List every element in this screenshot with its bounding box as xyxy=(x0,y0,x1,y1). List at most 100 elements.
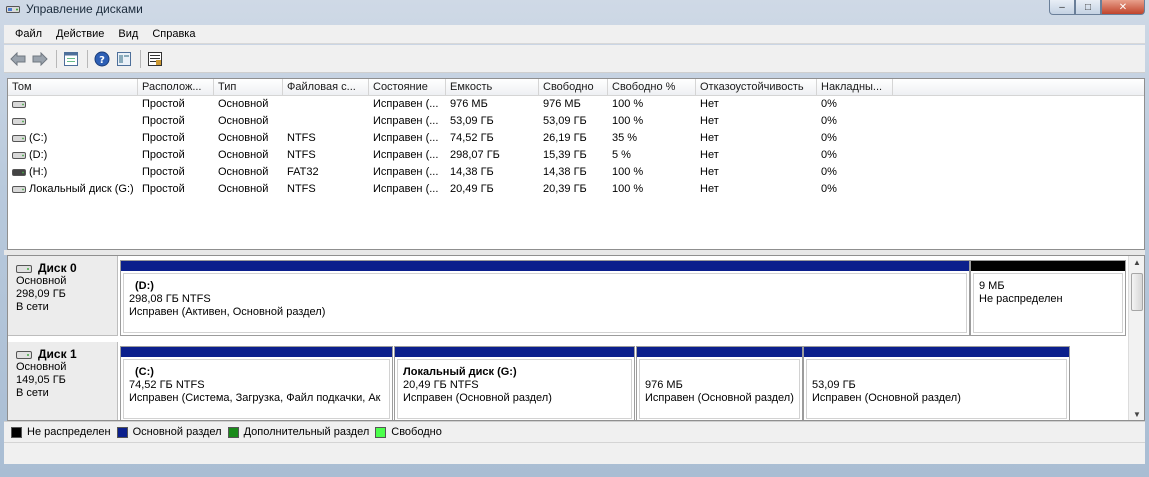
volume-name: (H:) xyxy=(29,166,48,178)
column-header-fault-tolerance[interactable]: Отказоустойчивость xyxy=(696,79,817,96)
scrollbar-thumb[interactable] xyxy=(1131,273,1143,311)
close-button[interactable]: ✕ xyxy=(1101,0,1145,15)
volume-icon xyxy=(12,100,26,108)
table-header: Том Располож... Тип Файловая с... Состоя… xyxy=(8,79,1144,96)
volume-icon xyxy=(12,117,26,125)
properties-button[interactable] xyxy=(61,49,81,69)
legend-item: Основной раздел xyxy=(116,426,222,438)
legend-item: Не распределен xyxy=(11,426,111,438)
disk-row: Диск 0 Основной 298,09 ГБ В сети (D:) 29… xyxy=(8,256,1129,336)
table-cell-status: Исправен (... xyxy=(373,115,439,127)
partition-header-bar xyxy=(804,347,1069,357)
vertical-scrollbar[interactable]: ▲ ▼ xyxy=(1128,256,1144,420)
table-cell-status: Исправен (... xyxy=(373,98,439,110)
partition-header-bar xyxy=(971,261,1125,271)
table-row[interactable]: Простой Основной Исправен (... 53,09 ГБ 53,0… xyxy=(8,113,1144,130)
legend-swatch xyxy=(11,426,22,438)
partition-c[interactable]: (C:) 74,52 ГБ NTFS Исправен (Система, За… xyxy=(120,346,393,420)
table-cell-fault-tolerance: Нет xyxy=(700,115,719,127)
table-cell-layout: Простой xyxy=(142,149,185,161)
back-button[interactable] xyxy=(8,49,28,69)
disk-size: 149,05 ГБ xyxy=(16,374,66,386)
table-row[interactable]: Локальный диск (G:) Простой Основной NTFS Ис… xyxy=(8,181,1144,198)
legend-label: Основной раздел xyxy=(132,426,222,438)
partition-976mb[interactable]: 976 МБ Исправен (Основной раздел) xyxy=(636,346,803,420)
table-cell-free-space: 15,39 ГБ xyxy=(543,149,587,161)
partition-status: Исправен (Активен, Основной раздел) xyxy=(129,306,326,318)
partition-name: (D:) xyxy=(135,280,154,292)
partition-size: 20,49 ГБ NTFS xyxy=(403,379,479,391)
disk-type: Основной xyxy=(16,361,67,373)
console-button[interactable] xyxy=(114,49,134,69)
partition-size: 976 МБ xyxy=(645,379,683,391)
minimize-button[interactable]: ‒ xyxy=(1049,0,1075,15)
scroll-down-arrow-icon[interactable]: ▼ xyxy=(1129,408,1144,420)
volume-list: Том Располож... Тип Файловая с... Состоя… xyxy=(7,78,1145,250)
disk-row: Диск 1 Основной 149,05 ГБ В сети (C:) 74… xyxy=(8,342,1129,420)
column-header-status[interactable]: Состояние xyxy=(369,79,446,96)
menu-action[interactable]: Действие xyxy=(49,28,111,40)
export-button[interactable] xyxy=(145,49,165,69)
table-cell-type: Основной xyxy=(218,183,269,195)
legend-label: Не распределен xyxy=(27,426,111,438)
volume-name: (C:) xyxy=(29,132,48,144)
table-cell-status: Исправен (... xyxy=(373,132,439,144)
column-header-filesystem[interactable]: Файловая с... xyxy=(283,79,369,96)
partition-53gb[interactable]: 53,09 ГБ Исправен (Основной раздел) xyxy=(803,346,1070,420)
legend-swatch xyxy=(375,426,387,438)
console-icon xyxy=(117,51,131,66)
partition-unallocated[interactable]: 9 МБ Не распределен xyxy=(970,260,1126,336)
partition-g[interactable]: Локальный диск (G:) 20,49 ГБ NTFS Исправ… xyxy=(394,346,635,420)
disk-title: Диск 1 xyxy=(16,348,117,361)
partition-size: 9 МБ xyxy=(979,280,1005,292)
menu-bar: Файл Действие Вид Справка xyxy=(4,25,1145,44)
column-header-type[interactable]: Тип xyxy=(214,79,283,96)
table-cell-type: Основной xyxy=(218,166,269,178)
table-row[interactable]: Простой Основной Исправен (... 976 МБ 976 МБ… xyxy=(8,96,1144,113)
help-button[interactable]: ? xyxy=(92,49,112,69)
column-header-volume[interactable]: Том xyxy=(8,79,138,96)
column-header-capacity[interactable]: Емкость xyxy=(446,79,539,96)
maximize-button[interactable]: □ xyxy=(1075,0,1101,15)
table-cell-fault-tolerance: Нет xyxy=(700,132,719,144)
removable-icon xyxy=(12,168,26,176)
table-row[interactable]: (D:) Простой Основной NTFS Исправен (... 298,… xyxy=(8,147,1144,164)
table-cell-volume xyxy=(8,96,138,113)
table-cell-layout: Простой xyxy=(142,132,185,144)
column-header-free-space[interactable]: Свободно xyxy=(539,79,608,96)
svg-text:?: ? xyxy=(99,55,105,66)
column-header-percent-free[interactable]: Свободно % xyxy=(608,79,696,96)
table-row[interactable]: (H:) Простой Основной FAT32 Исправен (... 14,… xyxy=(8,164,1144,181)
toolbar-separator xyxy=(140,49,141,68)
volume-icon xyxy=(12,134,26,142)
table-cell-free-space: 26,19 ГБ xyxy=(543,132,587,144)
help-icon: ? xyxy=(94,51,110,66)
column-header-layout[interactable]: Располож... xyxy=(138,79,214,96)
table-cell-overhead: 0% xyxy=(821,98,837,110)
toolbar: ? xyxy=(4,45,1145,73)
legend-label: Дополнительный раздел xyxy=(243,426,370,438)
partition-name xyxy=(812,366,1066,379)
back-icon xyxy=(10,51,26,66)
table-cell-capacity: 74,52 ГБ xyxy=(450,132,494,144)
disk-label-0[interactable]: Диск 0 Основной 298,09 ГБ В сети xyxy=(8,256,118,336)
table-cell-capacity: 53,09 ГБ xyxy=(450,115,494,127)
volume-name: Локальный диск (G:) xyxy=(29,183,134,195)
table-cell-layout: Простой xyxy=(142,183,185,195)
menu-file[interactable]: Файл xyxy=(8,28,49,40)
partition-status: Исправен (Основной раздел) xyxy=(403,392,552,404)
disk-label-1[interactable]: Диск 1 Основной 149,05 ГБ В сети xyxy=(8,342,118,420)
table-cell-capacity: 20,49 ГБ xyxy=(450,183,494,195)
partition-body: (C:) 74,52 ГБ NTFS Исправен (Система, За… xyxy=(123,359,390,419)
scroll-up-arrow-icon[interactable]: ▲ xyxy=(1129,256,1144,270)
menu-view[interactable]: Вид xyxy=(111,28,145,40)
table-cell-overhead: 0% xyxy=(821,166,837,178)
menu-help[interactable]: Справка xyxy=(145,28,202,40)
forward-button[interactable] xyxy=(30,49,50,69)
table-row[interactable]: (C:) Простой Основной NTFS Исправен (... 74,5… xyxy=(8,130,1144,147)
table-cell-filesystem: NTFS xyxy=(287,132,316,144)
disk-type: Основной xyxy=(16,275,67,287)
volume-name: (D:) xyxy=(29,149,48,161)
column-header-overhead[interactable]: Накладны... xyxy=(817,79,893,96)
partition-d[interactable]: (D:) 298,08 ГБ NTFS Исправен (Активен, О… xyxy=(120,260,970,336)
